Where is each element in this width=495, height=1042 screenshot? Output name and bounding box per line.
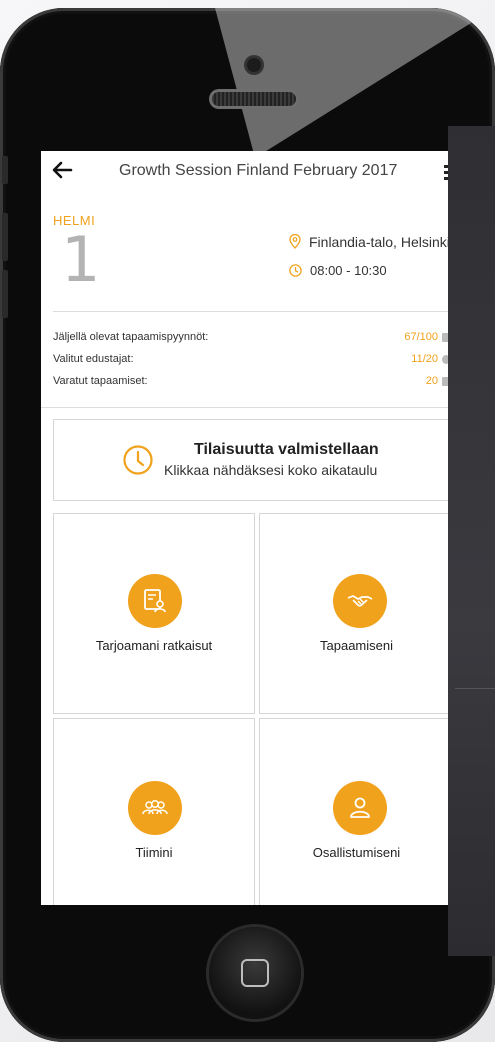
menu-dots-icon[interactable]: [444, 164, 448, 180]
event-time: 08:00 - 10:30: [289, 263, 387, 278]
schedule-subtitle: Klikkaa nähdäksesi koko aikataulu: [164, 462, 378, 478]
representative-icon: [442, 355, 448, 364]
meetings-icon: [442, 377, 448, 386]
app-screen: Growth Session Finland February 2017 HEL…: [41, 151, 448, 905]
divider: [41, 407, 448, 408]
stat-value: 11/20: [411, 353, 438, 365]
background-stage: Growth Session Finland February 2017 HEL…: [0, 0, 495, 1042]
secondary-screen-divider: [455, 688, 495, 689]
team-icon: [142, 799, 168, 815]
tile-label: Osallistumiseni: [312, 845, 401, 860]
tile-solutions[interactable]: Tarjoamani ratkaisut: [53, 513, 255, 714]
event-location: Finlandia-talo, Helsinki: [289, 234, 448, 250]
page-title: Growth Session Finland February 2017: [119, 162, 398, 179]
stat-row-meetings: Varatut tapaamiset: 20: [53, 375, 448, 393]
stat-row-requests: Jäljellä olevat tapaamispyynnöt: 67/100: [53, 331, 448, 349]
home-button[interactable]: [209, 927, 301, 1019]
tile-icon-circle: [333, 574, 387, 628]
stat-row-representatives: Valitut edustajat: 11/20: [53, 353, 448, 371]
clock-icon: [123, 445, 153, 475]
event-location-text: Finlandia-talo, Helsinki: [309, 234, 448, 250]
tile-participation[interactable]: Osallistumiseni: [259, 718, 448, 905]
stat-value: 67/100: [404, 331, 438, 343]
tile-meetings[interactable]: Tapaamiseni: [259, 513, 448, 714]
earpiece-speaker: [212, 92, 296, 106]
volume-down-button[interactable]: [2, 270, 8, 318]
tile-label: Tarjoamani ratkaisut: [95, 638, 213, 653]
tile-label: Tiimini: [135, 845, 173, 860]
clock-small-icon: [289, 264, 302, 277]
stat-label: Jäljellä olevat tapaamispyynnöt:: [53, 331, 209, 343]
app-header: Growth Session Finland February 2017: [41, 151, 448, 195]
schedule-title: Tilaisuutta valmistellaan: [194, 441, 379, 458]
tile-icon-circle: [128, 574, 182, 628]
handshake-icon: [347, 595, 373, 607]
event-day: 1: [61, 223, 101, 296]
person-icon: [350, 797, 370, 818]
home-square-icon: [241, 959, 269, 987]
tile-team[interactable]: Tiimini: [53, 718, 255, 905]
divider: [53, 311, 448, 312]
tile-label: Tapaamiseni: [320, 638, 393, 653]
stat-label: Varatut tapaamiset:: [53, 375, 148, 387]
secondary-screen: [448, 126, 495, 956]
document-person-icon: [144, 589, 166, 613]
tile-icon-circle: [333, 781, 387, 835]
stat-label: Valitut edustajat:: [53, 353, 134, 365]
mute-switch: [2, 156, 8, 184]
back-arrow-icon[interactable]: [51, 159, 73, 181]
event-time-text: 08:00 - 10:30: [310, 263, 387, 278]
volume-up-button[interactable]: [2, 213, 8, 261]
stat-value: 20: [425, 375, 438, 387]
schedule-button[interactable]: Tilaisuutta valmistellaan Klikkaa nähdäk…: [53, 419, 448, 501]
front-camera: [247, 58, 261, 72]
location-pin-icon: [289, 234, 301, 249]
tile-icon-circle: [128, 781, 182, 835]
request-icon: [442, 333, 448, 342]
